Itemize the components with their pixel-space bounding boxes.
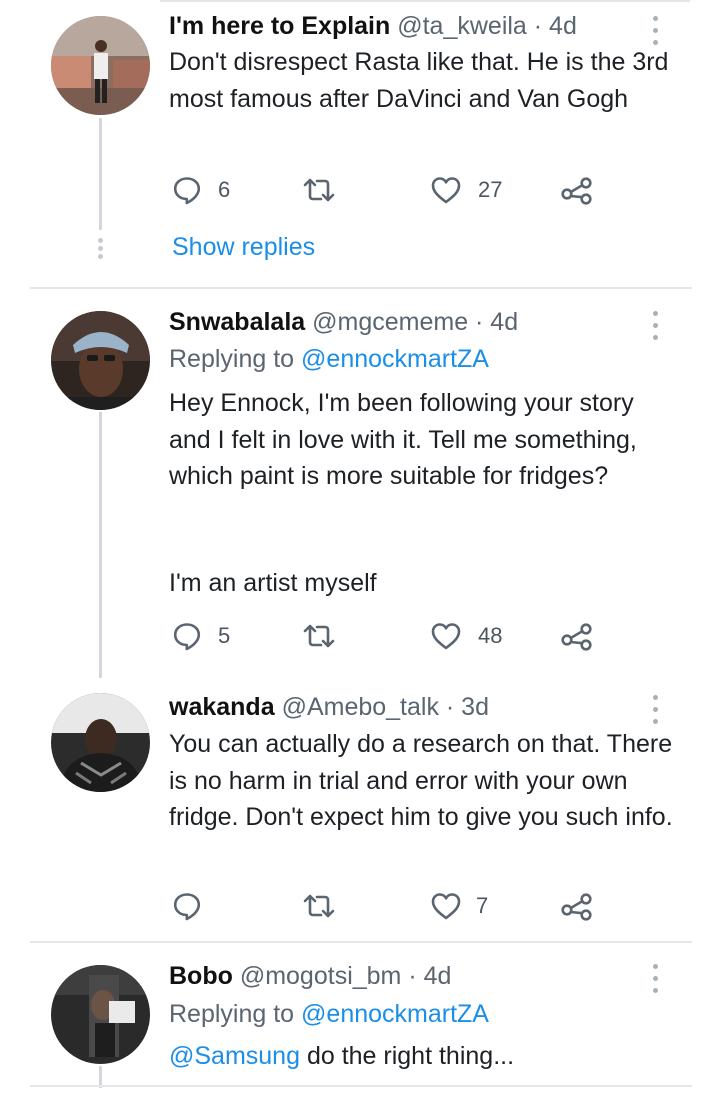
reply-icon xyxy=(172,891,202,921)
handle-time: @mgcememe · 4d xyxy=(312,308,519,336)
mention-link[interactable]: @ennockmartZA xyxy=(301,1000,489,1028)
share-icon xyxy=(560,175,594,205)
share-button[interactable] xyxy=(560,175,594,205)
like-button[interactable]: 48 xyxy=(430,621,510,651)
tweet-header: wakanda @Amebo_talk · 3d xyxy=(169,692,489,722)
handle-time: @Amebo_talk · 3d xyxy=(281,693,489,721)
avatar[interactable] xyxy=(51,693,150,792)
tweet-header: I'm here to Explain @ta_kweila · 4d xyxy=(169,11,577,41)
avatar[interactable] xyxy=(51,965,150,1064)
tweet-text: You can actually do a research on that. … xyxy=(169,730,673,831)
share-button[interactable] xyxy=(560,621,594,651)
tweet-text-paragraph: I'm an artist myself xyxy=(169,569,377,597)
display-name[interactable]: wakanda xyxy=(169,693,275,721)
more-vertical-icon xyxy=(653,695,658,700)
divider xyxy=(30,287,692,289)
retweet-icon xyxy=(302,175,336,205)
reply-icon xyxy=(172,621,202,651)
divider xyxy=(30,1085,692,1087)
share-icon xyxy=(560,891,594,921)
avatar[interactable] xyxy=(51,16,150,115)
display-name[interactable]: Snwabalala xyxy=(169,308,305,336)
like-count: 48 xyxy=(478,623,503,648)
thread-continuation-dots xyxy=(97,238,105,262)
tweet-header: Bobo @mogotsi_bm · 4d xyxy=(169,961,451,991)
top-divider xyxy=(160,0,690,2)
like-button[interactable]: 7 xyxy=(430,891,500,921)
reply-icon xyxy=(172,175,202,205)
more-options-button[interactable] xyxy=(646,14,666,48)
retweet-button[interactable] xyxy=(302,891,336,921)
divider xyxy=(30,941,692,943)
retweet-button[interactable] xyxy=(302,175,336,205)
reply-count: 5 xyxy=(218,623,231,648)
more-options-button[interactable] xyxy=(646,962,666,996)
retweet-button[interactable] xyxy=(302,621,336,651)
show-replies-link[interactable]: Show replies xyxy=(172,232,315,262)
retweet-icon xyxy=(302,891,336,921)
share-button[interactable] xyxy=(560,891,594,921)
handle-time: @ta_kweila · 4d xyxy=(397,12,577,40)
avatar[interactable] xyxy=(51,311,150,410)
share-icon xyxy=(560,621,594,651)
tweet-text: Don't disrespect Rasta like that. He is … xyxy=(169,48,669,113)
replying-to: Replying to @ennockmartZA xyxy=(169,999,489,1029)
tweet-text: Hey Ennock, I'm been following your stor… xyxy=(169,389,637,490)
more-vertical-icon xyxy=(653,311,658,316)
mention-link[interactable]: @Samsung xyxy=(169,1042,300,1070)
reply-button[interactable] xyxy=(172,891,206,921)
thread-line xyxy=(99,118,102,230)
reply-button[interactable]: 5 xyxy=(172,621,242,651)
heart-icon xyxy=(430,621,462,651)
like-count: 27 xyxy=(478,177,503,202)
mention-link[interactable]: @ennockmartZA xyxy=(301,345,489,373)
retweet-icon xyxy=(302,621,336,651)
like-count: 7 xyxy=(476,893,489,918)
heart-icon xyxy=(430,891,462,921)
reply-button[interactable]: 6 xyxy=(172,175,242,205)
display-name[interactable]: I'm here to Explain xyxy=(169,12,390,40)
replying-label: Replying to xyxy=(169,345,295,373)
thread-line xyxy=(99,412,102,678)
replying-to: Replying to @ennockmartZA xyxy=(169,344,489,374)
more-vertical-icon xyxy=(653,964,658,969)
tweet-header: Snwabalala @mgcememe · 4d xyxy=(169,307,518,337)
heart-icon xyxy=(430,175,462,205)
handle-time: @mogotsi_bm · 4d xyxy=(239,962,452,990)
more-options-button[interactable] xyxy=(646,309,666,343)
reply-count: 6 xyxy=(218,177,231,202)
more-options-button[interactable] xyxy=(646,693,666,727)
more-vertical-icon xyxy=(653,16,658,21)
tweet-text: @Samsung do the right thing... xyxy=(169,1038,679,1075)
like-button[interactable]: 27 xyxy=(430,175,510,205)
tweet-text-rest: do the right thing... xyxy=(300,1042,515,1070)
display-name[interactable]: Bobo xyxy=(169,962,233,990)
replying-label: Replying to xyxy=(169,1000,295,1028)
